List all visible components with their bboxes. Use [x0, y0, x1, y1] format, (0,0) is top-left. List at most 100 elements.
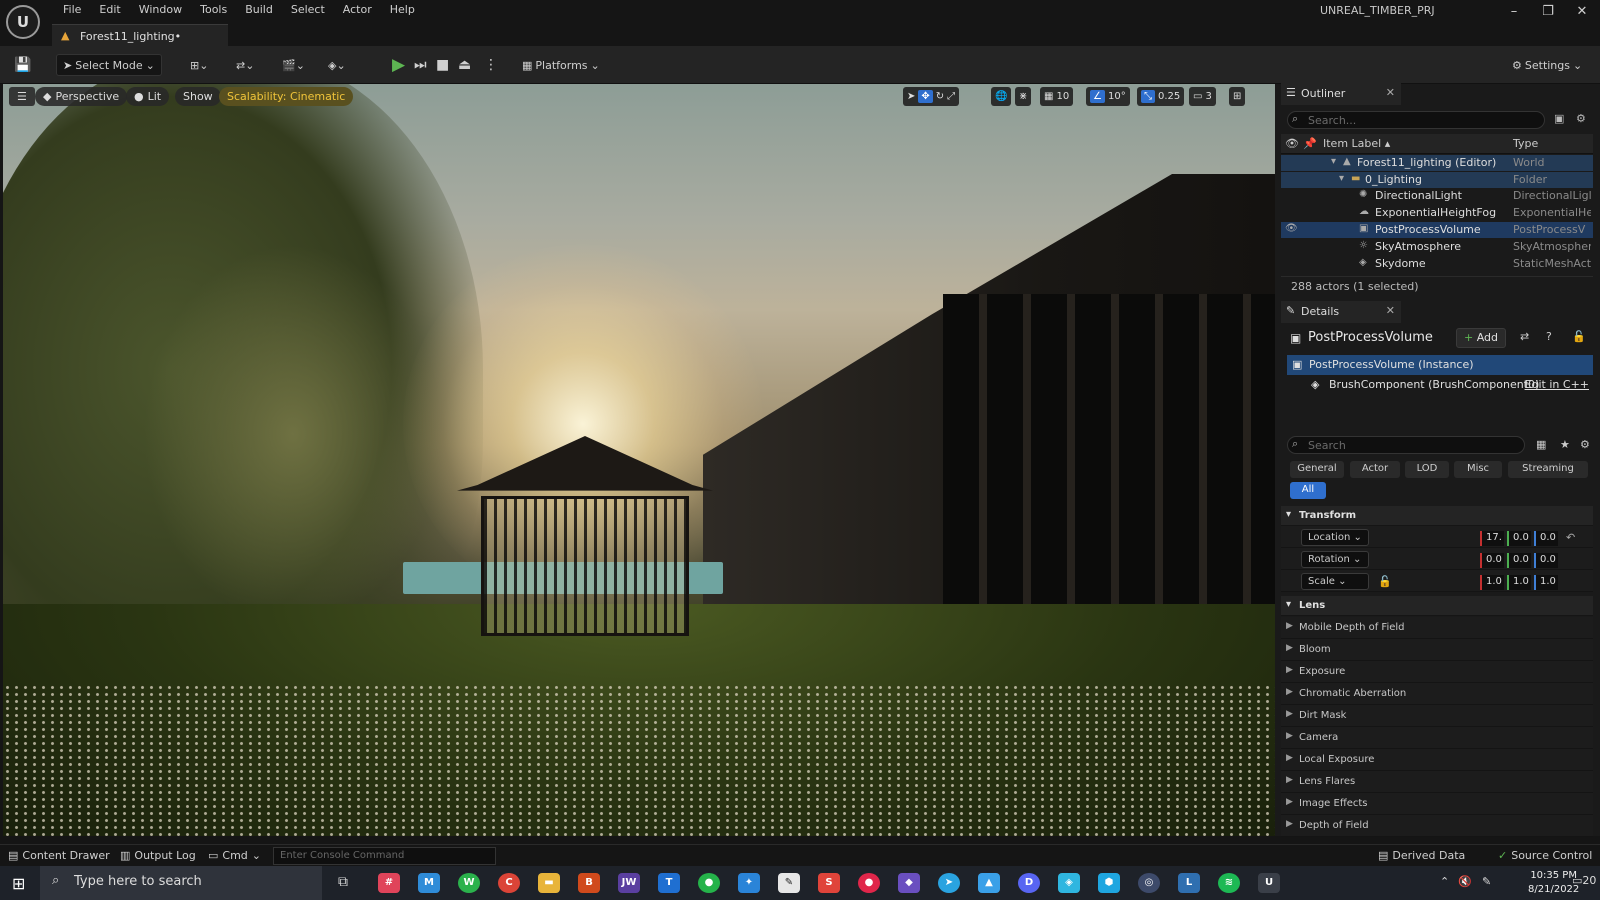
close-icon[interactable]: ✕ [1386, 86, 1395, 99]
lens-item[interactable]: ▶ Depth of Field [1281, 815, 1593, 837]
windows-start-icon[interactable]: ⊞ [12, 874, 25, 893]
level-tab[interactable]: ▲ Forest11_lighting• [52, 24, 228, 46]
output-log-button[interactable]: ▥ Output Log [120, 849, 196, 862]
unreal-taskbar-icon[interactable]: U [1258, 873, 1280, 893]
visibility-icon[interactable]: 👁 [1285, 223, 1298, 234]
menu-edit[interactable]: Edit [90, 2, 129, 17]
save-icon[interactable]: 💾 [14, 54, 31, 76]
lit-button[interactable]: ● Lit [126, 87, 170, 106]
type-header[interactable]: Type [1513, 137, 1538, 150]
outliner-row[interactable]: ▾ ▲ Forest11_lighting (Editor) World [1281, 155, 1593, 171]
blueprint-icon[interactable]: ⇄⌄ [236, 54, 254, 76]
item-label-header[interactable]: Item Label ▴ [1323, 137, 1390, 150]
close-icon[interactable]: ✕ [1386, 304, 1395, 317]
maximize-icon[interactable]: ❐ [1534, 4, 1562, 24]
tray-chevron-icon[interactable]: ⌃ [1440, 875, 1449, 888]
close-window-icon[interactable]: ✕ [1568, 4, 1596, 24]
source-control-button[interactable]: ✓ Source Control [1498, 849, 1592, 862]
lens-item[interactable]: ▶ Lens Flares [1281, 771, 1593, 793]
menu-actor[interactable]: Actor [334, 2, 381, 17]
expand-arrow-icon[interactable]: ▾ [1331, 156, 1336, 167]
table-view-icon[interactable]: ▦ [1536, 438, 1546, 451]
lens-item[interactable]: ▶ Exposure [1281, 661, 1593, 683]
jw-app-icon[interactable]: JW [618, 873, 640, 893]
filter-general[interactable]: General [1290, 461, 1344, 478]
console-input[interactable]: Enter Console Command [273, 847, 496, 865]
location-dropdown[interactable]: Location ⌄ [1301, 529, 1369, 546]
scalability-button[interactable]: Scalability: Cinematic [219, 87, 354, 106]
scale-dropdown[interactable]: Scale ⌄ [1301, 573, 1369, 590]
outliner-tab[interactable]: ☰ Outliner ✕ [1281, 83, 1401, 105]
component-instance-row[interactable]: ▣ PostProcessVolume (Instance) [1287, 355, 1593, 375]
chrome-icon[interactable]: C [498, 873, 520, 893]
derived-data-button[interactable]: ▤ Derived Data [1378, 849, 1465, 862]
filter-streaming[interactable]: Streaming [1508, 461, 1588, 478]
rotation-y-field[interactable]: 0.0 [1507, 553, 1531, 568]
blueprint-add-icon[interactable]: ⇄ [1520, 330, 1529, 343]
s-app-icon[interactable]: S [818, 873, 840, 893]
expand-arrow-icon[interactable]: ▾ [1339, 173, 1344, 184]
scale-z-field[interactable]: 1.0 [1534, 575, 1558, 590]
rotation-x-field[interactable]: 0.0 [1480, 553, 1504, 568]
lens-section[interactable]: ▾ Lens [1281, 596, 1593, 616]
filter-lod[interactable]: LOD [1405, 461, 1449, 478]
rotate-tool-icon[interactable]: ↻ [936, 91, 944, 102]
outliner-row[interactable]: ▾ ▬ 0_Lighting Folder [1281, 172, 1593, 188]
outliner-settings-icon[interactable]: ⚙ [1576, 112, 1586, 125]
settings-dropdown[interactable]: ⚙ Settings ⌄ [1512, 54, 1582, 76]
discord-icon[interactable]: D [1018, 873, 1040, 893]
select-tool-icon[interactable]: ➤ [907, 91, 915, 102]
lens-item[interactable]: ▶ Bloom [1281, 639, 1593, 661]
lock-icon[interactable]: 🔓 [1572, 330, 1586, 343]
perspective-button[interactable]: ◆ Perspective [35, 87, 128, 106]
whatsapp-icon[interactable]: W [458, 873, 480, 893]
grid-snap-toggle[interactable]: ▦ 10 [1040, 87, 1074, 106]
volume-icon[interactable]: 🔇 [1458, 875, 1472, 888]
eject-icon[interactable]: ⏏ [458, 54, 471, 76]
outliner-row[interactable]: ☁ ExponentialHeightFog ExponentialHe [1281, 205, 1593, 221]
reset-icon[interactable]: ↶ [1566, 531, 1575, 544]
task-view-icon[interactable]: ⧉ [338, 874, 348, 890]
telegram-icon[interactable]: ➤ [938, 873, 960, 893]
mode-icon[interactable]: ◈⌄ [328, 54, 346, 76]
surface-snap-icon[interactable]: ⋇ [1015, 87, 1032, 106]
menu-select[interactable]: Select [282, 2, 334, 17]
blue-triangle-icon[interactable]: ▲ [978, 873, 1000, 893]
edit-cpp-link[interactable]: Edit in C++ [1525, 378, 1589, 391]
lens-item[interactable]: ▶ Local Exposure [1281, 749, 1593, 771]
lens-item[interactable]: ▶ Image Effects [1281, 793, 1593, 815]
details-tab[interactable]: ✎ Details ✕ [1281, 301, 1401, 323]
menu-file[interactable]: File [54, 2, 90, 17]
trello-icon[interactable]: T [658, 873, 680, 893]
menu-help[interactable]: Help [381, 2, 424, 17]
filter-all[interactable]: All [1290, 482, 1326, 499]
location-x-field[interactable]: 17. [1480, 531, 1504, 546]
brave-icon[interactable]: B [578, 873, 600, 893]
scale-lock-icon[interactable]: 🔓 [1378, 575, 1392, 588]
cinematics-icon[interactable]: 🎬⌄ [282, 54, 305, 76]
play-icon[interactable]: ▶ [392, 54, 405, 76]
outliner-row[interactable]: ☼ SkyAtmosphere SkyAtmospher [1281, 239, 1593, 255]
location-z-field[interactable]: 0.0 [1534, 531, 1558, 546]
menu-build[interactable]: Build [236, 2, 282, 17]
taskbar-search[interactable]: ⌕ Type here to search [40, 866, 322, 900]
rotation-z-field[interactable]: 0.0 [1534, 553, 1558, 568]
rotation-snap-toggle[interactable]: ∠ 10° [1086, 87, 1130, 106]
blue-app-icon[interactable]: ✦ [738, 873, 760, 893]
mail-app-icon[interactable]: M [418, 873, 440, 893]
move-tool-icon[interactable]: ✥ [918, 90, 933, 103]
rotation-dropdown[interactable]: Rotation ⌄ [1301, 551, 1369, 568]
scale-x-field[interactable]: 1.0 [1480, 575, 1504, 590]
world-local-icon[interactable]: 🌐 [991, 87, 1012, 106]
hex-app-icon[interactable]: ⬢ [1098, 873, 1120, 893]
component-row[interactable]: ◈ BrushComponent (BrushComponent0) Edit … [1287, 375, 1593, 395]
more-options-icon[interactable]: ⋮ [484, 54, 498, 76]
star-icon[interactable]: ★ [1560, 438, 1570, 451]
l-app-icon[interactable]: L [1178, 873, 1200, 893]
show-button[interactable]: Show [175, 87, 221, 106]
help-icon[interactable]: ? [1546, 330, 1552, 343]
transform-section[interactable]: ▾ Transform [1281, 506, 1593, 526]
outliner-search-input[interactable]: ⌕ Search... [1287, 111, 1545, 129]
lens-item[interactable]: ▶ Mobile Depth of Field [1281, 617, 1593, 639]
add-folder-icon[interactable]: ▣ [1554, 112, 1564, 125]
